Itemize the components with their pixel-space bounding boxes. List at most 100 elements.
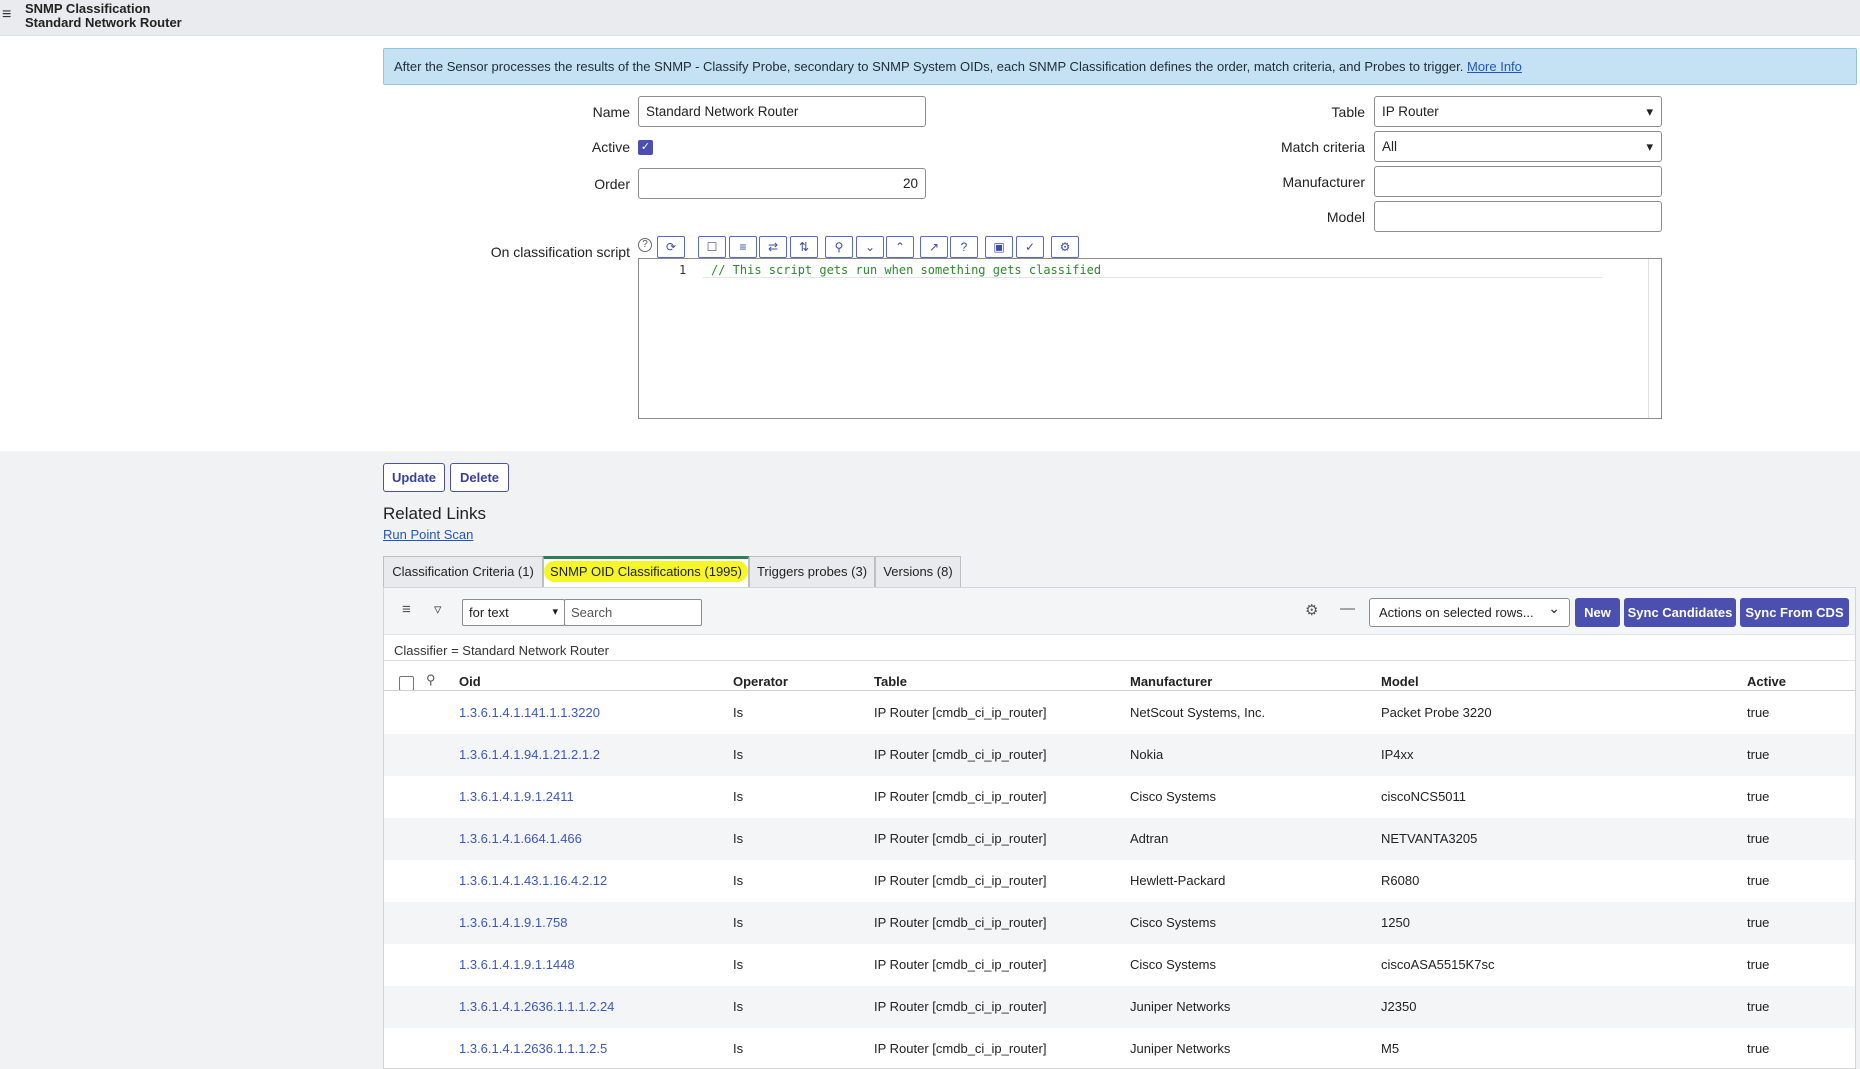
operator-cell: Is <box>733 789 744 804</box>
model-cell: R6080 <box>1381 873 1420 888</box>
active-cell: true <box>1747 705 1770 720</box>
table-select-value: IP Router <box>1382 104 1439 119</box>
settings-icon[interactable]: ⚙ <box>1051 236 1079 258</box>
list-menu-icon[interactable]: ≡ <box>402 601 411 618</box>
tab-classification-criteria[interactable]: Classification Criteria (1) <box>383 556 543 587</box>
model-field[interactable] <box>1374 201 1662 232</box>
info-banner: After the Sensor processes the results o… <box>383 48 1857 85</box>
oid-cell[interactable]: 1.3.6.1.4.1.9.1.2411 <box>459 776 574 818</box>
order-field[interactable]: 20 <box>638 168 926 199</box>
manufacturer-cell: Adtran <box>1130 831 1169 846</box>
model-cell: M5 <box>1381 1041 1400 1056</box>
model-cell: ciscoNCS5011 <box>1381 789 1467 804</box>
table-row[interactable]: 1.3.6.1.4.1.2636.1.1.1.2.5 Is IP Router [c… <box>384 1028 1855 1069</box>
oid-cell[interactable]: 1.3.6.1.4.1.2636.1.1.1.2.24 <box>459 986 614 1028</box>
table-row[interactable]: 1.3.6.1.4.1.2636.1.1.1.2.24 Is IP Router [… <box>384 986 1855 1028</box>
oid-cell[interactable]: 1.3.6.1.4.1.141.1.1.3220 <box>459 692 600 734</box>
oid-cell[interactable]: 1.3.6.1.4.1.94.1.21.2.1.2 <box>459 734 600 776</box>
oid-cell[interactable]: 1.3.6.1.4.1.9.1.1448 <box>459 944 575 986</box>
collapse-list-icon[interactable]: — <box>1340 600 1355 617</box>
syntax-check-icon[interactable]: ✓ <box>1016 236 1044 258</box>
new-button[interactable]: New <box>1575 598 1620 627</box>
table-cell: IP Router [cmdb_ci_ip_router] <box>874 873 1047 888</box>
oid-cell[interactable]: 1.3.6.1.4.1.43.1.16.4.2.12 <box>459 860 607 902</box>
table-row[interactable]: 1.3.6.1.4.1.9.1.1448 Is IP Router [cmdb_ci… <box>384 944 1855 986</box>
script-code: // This script gets run when something g… <box>711 263 1102 277</box>
manufacturer-cell: Cisco Systems <box>1130 915 1216 930</box>
delete-button[interactable]: Delete <box>450 463 509 492</box>
search-field-select[interactable]: for text <box>462 599 565 626</box>
fullscreen-icon[interactable]: ↗ <box>920 236 948 258</box>
related-list: ≡ ▿ for text Search ⚙ — Actions on selec… <box>383 587 1856 1069</box>
column-search-icon[interactable]: ⚲ <box>426 672 436 688</box>
match-criteria-label: Match criteria <box>1280 139 1365 155</box>
oid-cell[interactable]: 1.3.6.1.4.1.664.1.466 <box>459 818 582 860</box>
operator-cell: Is <box>733 915 744 930</box>
help-icon[interactable]: ? <box>638 238 652 252</box>
name-label: Name <box>592 104 630 120</box>
manufacturer-cell: Juniper Networks <box>1130 999 1231 1014</box>
sync-candidates-button[interactable]: Sync Candidates <box>1624 598 1736 627</box>
script-editor[interactable]: 1 // This script gets run when something… <box>638 258 1662 419</box>
table-row[interactable]: 1.3.6.1.4.1.43.1.16.4.2.12 Is IP Router [c… <box>384 860 1855 902</box>
format-icon[interactable]: ≡ <box>729 236 757 258</box>
replace-icon[interactable]: ⇄ <box>759 236 787 258</box>
manufacturer-cell: Cisco Systems <box>1130 789 1216 804</box>
question-icon[interactable]: ? <box>950 236 978 258</box>
active-cell: true <box>1747 789 1770 804</box>
active-cell: true <box>1747 873 1770 888</box>
filter-icon[interactable]: ▿ <box>434 600 442 618</box>
table-cell: IP Router [cmdb_ci_ip_router] <box>874 705 1047 720</box>
breadcrumb-divider <box>384 660 1855 661</box>
collapse-icon[interactable]: ⌄ <box>856 236 884 258</box>
current-line-indicator <box>703 277 1603 278</box>
tab-triggers-probes[interactable]: Triggers probes (3) <box>749 556 875 587</box>
select-all-checkbox[interactable] <box>399 676 414 691</box>
search-input[interactable]: Search <box>564 599 702 626</box>
editor-scrollbar <box>1648 259 1649 418</box>
replace-all-icon[interactable]: ⇅ <box>790 236 818 258</box>
actions-select[interactable]: Actions on selected rows... <box>1369 595 1570 627</box>
breadcrumb[interactable]: Classifier = Standard Network Router <box>394 643 609 658</box>
table-row[interactable]: 1.3.6.1.4.1.94.1.21.2.1.2 Is IP Router [cm… <box>384 734 1855 776</box>
manufacturer-field[interactable] <box>1374 166 1662 197</box>
comment-icon[interactable]: ☐ <box>698 236 726 258</box>
save-icon[interactable]: ▣ <box>985 236 1013 258</box>
tab-versions[interactable]: Versions (8) <box>875 556 961 587</box>
active-label: Active <box>591 139 630 155</box>
expand-icon[interactable]: ⌃ <box>886 236 914 258</box>
table-row[interactable]: 1.3.6.1.4.1.9.1.2411 Is IP Router [cmdb_ci… <box>384 776 1855 818</box>
script-debugger-icon[interactable]: ⟳ <box>657 236 685 258</box>
run-point-scan-link[interactable]: Run Point Scan <box>383 527 473 542</box>
header-divider <box>384 690 1855 691</box>
active-checkbox[interactable]: ✓ <box>638 140 653 155</box>
manufacturer-cell: Cisco Systems <box>1130 957 1216 972</box>
page-title: SNMP Classification <box>25 1 151 16</box>
oid-cell[interactable]: 1.3.6.1.4.1.9.1.758 <box>459 902 567 944</box>
table-select[interactable]: IP Router <box>1374 96 1662 127</box>
table-row[interactable]: 1.3.6.1.4.1.9.1.758 Is IP Router [cmdb_ci_… <box>384 902 1855 944</box>
table-cell: IP Router [cmdb_ci_ip_router] <box>874 957 1047 972</box>
tab-snmp-oid-classifications[interactable]: SNMP OID Classifications (1995) <box>543 556 749 587</box>
update-button[interactable]: Update <box>383 463 445 492</box>
operator-cell: Is <box>733 999 744 1014</box>
model-cell: NETVANTA3205 <box>1381 831 1478 846</box>
name-field[interactable]: Standard Network Router <box>638 96 926 127</box>
oid-cell[interactable]: 1.3.6.1.4.1.2636.1.1.1.2.5 <box>459 1028 607 1069</box>
operator-cell: Is <box>733 831 744 846</box>
menu-icon[interactable]: ≡ <box>2 6 11 24</box>
more-info-link[interactable]: More Info <box>1467 59 1522 74</box>
info-text: After the Sensor processes the results o… <box>394 59 1467 74</box>
search-icon[interactable]: ⚲ <box>825 236 853 258</box>
table-cell: IP Router [cmdb_ci_ip_router] <box>874 747 1047 762</box>
table-row[interactable]: 1.3.6.1.4.1.664.1.466 Is IP Router [cmdb_c… <box>384 818 1855 860</box>
table-row[interactable]: 1.3.6.1.4.1.141.1.1.3220 Is IP Router [cmd… <box>384 692 1855 734</box>
sync-from-cds-button[interactable]: Sync From CDS <box>1740 598 1849 627</box>
active-cell: true <box>1747 1041 1770 1056</box>
manufacturer-cell: Hewlett-Packard <box>1130 873 1226 888</box>
record-name: Standard Network Router <box>25 15 182 30</box>
match-criteria-select[interactable]: All <box>1374 131 1662 162</box>
gear-icon[interactable]: ⚙ <box>1305 601 1318 619</box>
model-cell: IP4xx <box>1381 747 1414 762</box>
manufacturer-cell: NetScout Systems, Inc. <box>1130 705 1266 720</box>
